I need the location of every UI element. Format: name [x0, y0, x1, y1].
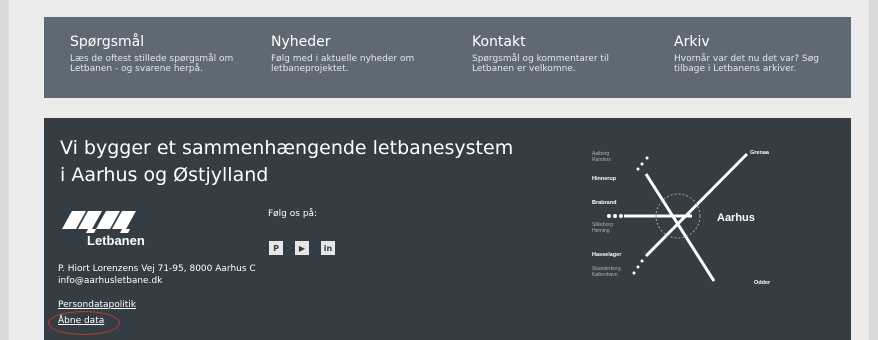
station-brabrand: Brabrand: [592, 200, 616, 206]
nav-card-archive[interactable]: Arkiv Hvornår var det nu det var? Søg ti…: [674, 34, 844, 74]
privacy-policy-link[interactable]: Persondatapolitik: [58, 300, 136, 310]
station-hasselager: Hasselager: [592, 252, 622, 258]
letbanen-logo: [62, 211, 136, 233]
nav-card-description: Læs de oftest stillede spørgsmål om Letb…: [70, 54, 234, 74]
site-footer: Vi bygger et sammenhængende letbanesyste…: [44, 118, 851, 340]
network-map: Aalborg Randers Silkeborg Herning Skande…: [592, 150, 771, 286]
station-hinnerup: Hinnerup: [592, 176, 617, 182]
nav-card-title: Spørgsmål: [70, 34, 145, 50]
station-herning: Herning: [592, 228, 610, 234]
nav-card-description: Følg med i aktuelle nyheder om letbanepr…: [271, 54, 415, 74]
contact-address: P. Hiort Lorenzens Vej 71-95, 8000 Aarhu…: [58, 263, 256, 287]
station-aarhus: Aarhus: [717, 212, 755, 224]
station-kobenhavn: København: [592, 272, 618, 278]
nav-card-news[interactable]: Nyheder Følg med i aktuelle nyheder om l…: [271, 34, 446, 74]
follow-us-label: Følg os på:: [268, 209, 318, 219]
headline-line-1: Vi bygger et sammenhængende letbanesyste…: [60, 137, 514, 159]
page-frame: Spørgsmål Læs de oftest stillede spørgsm…: [9, 0, 869, 340]
headline-line-2: i Aarhus og Østjylland: [60, 164, 269, 186]
nav-card-questions[interactable]: Spørgsmål Læs de oftest stillede spørgsm…: [70, 34, 250, 74]
email-address[interactable]: info@aarhusletbane.dk: [58, 275, 256, 287]
footer-headline: Vi bygger et sammenhængende letbanesyste…: [60, 135, 513, 189]
open-data-highlight-circle: [48, 311, 120, 335]
youtube-icon[interactable]: ▶: [295, 241, 309, 255]
nav-card-contact[interactable]: Kontakt Spørgsmål og kommentarer til Let…: [472, 34, 652, 74]
logo-wordmark: Letbanen: [87, 233, 145, 248]
nav-card-description: Spørgsmål og kommentarer til Letbanen er…: [472, 54, 609, 74]
nav-card-title: Nyheder: [271, 34, 331, 50]
station-odder: Odder: [754, 280, 771, 286]
pinterest-icon[interactable]: P: [269, 241, 283, 255]
top-nav-bar: Spørgsmål Læs de oftest stillede spørgsm…: [44, 17, 851, 98]
line-hinnerup-odder: [644, 173, 716, 282]
nav-card-description: Hvornår var det nu det var? Søg tilbage …: [674, 54, 819, 74]
street-address: P. Hiort Lorenzens Vej 71-95, 8000 Aarhu…: [58, 264, 256, 274]
station-randers: Randers: [592, 157, 611, 163]
nav-card-title: Arkiv: [674, 34, 710, 50]
nav-card-title: Kontakt: [472, 34, 526, 50]
station-grenaa: Grenaa: [750, 150, 770, 156]
linkedin-icon[interactable]: in: [321, 241, 335, 255]
